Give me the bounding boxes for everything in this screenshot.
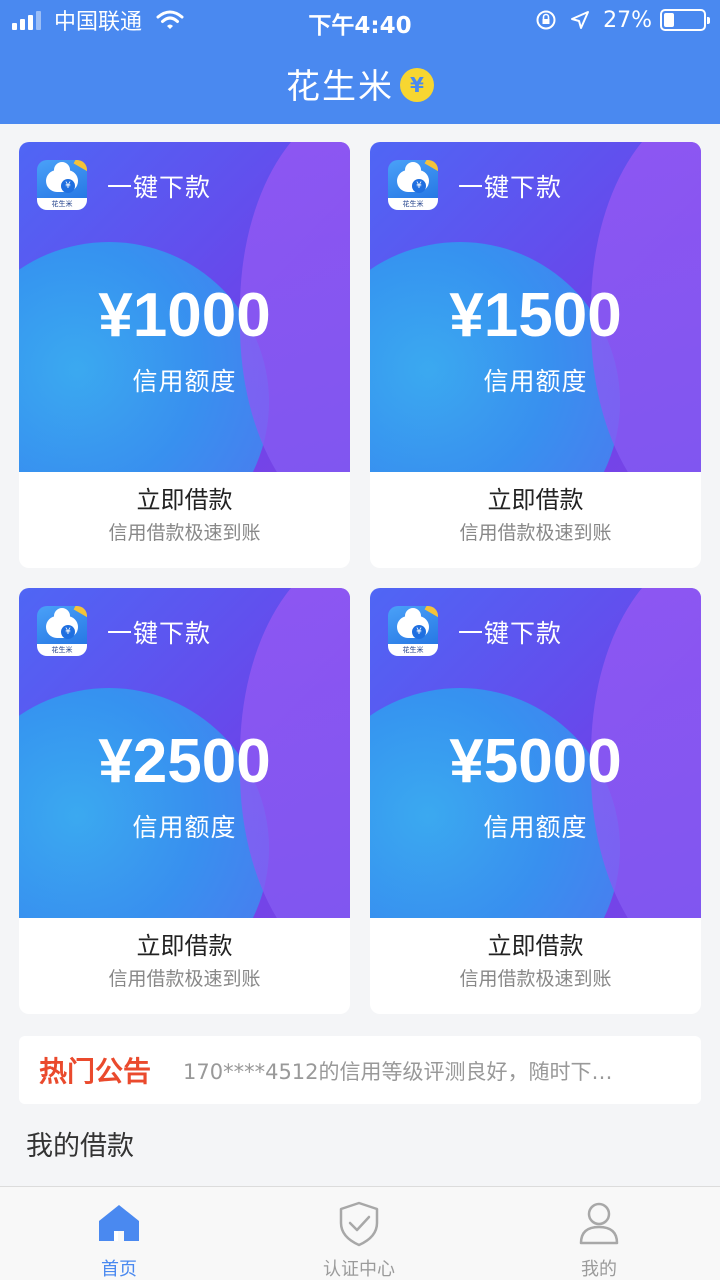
bottom-tab-bar: 首页 认证中心 我的 [0, 1186, 720, 1280]
card-tag: 一键下款 [458, 619, 563, 648]
announcement-title: 热门公告 [39, 1055, 152, 1088]
card-tag: 一键下款 [458, 173, 563, 202]
battery-icon [660, 9, 710, 31]
wifi-icon [156, 10, 184, 29]
borrow-now-button[interactable]: 立即借款 [19, 926, 350, 961]
credit-amount: ¥1000 [98, 281, 271, 350]
credit-amount-label: 信用额度 [483, 367, 588, 396]
card-banner: ¥ 花生米 一键下款 ¥1500 信用额度 [370, 142, 701, 472]
credit-amount-label: 信用额度 [483, 813, 588, 842]
card-subtitle: 信用借款极速到账 [108, 968, 261, 990]
app-logo-icon: ¥ 花生米 [37, 160, 87, 210]
page-title: 花生米 [286, 66, 394, 107]
home-icon [99, 1205, 139, 1241]
credit-amount-label: 信用额度 [132, 813, 237, 842]
borrow-now-button[interactable]: 立即借款 [370, 926, 701, 961]
announcement-text: 170****4512的信用等级评测良好，随时下… [183, 1060, 613, 1084]
rotation-lock-icon [536, 10, 556, 30]
card-banner: ¥ 花生米 一键下款 ¥5000 信用额度 [370, 588, 701, 918]
app-logo-icon: ¥ 花生米 [388, 606, 438, 656]
card-banner: ¥ 花生米 一键下款 ¥2500 信用额度 [19, 588, 350, 918]
battery-percent: 27% [603, 7, 652, 33]
tab-label: 我的 [581, 1259, 617, 1280]
top-header: 中国联通 下午4:40 27% 花生米 ¥ [0, 0, 720, 124]
app-logo-icon: ¥ 花生米 [37, 606, 87, 656]
loan-card[interactable]: ¥ 花生米 一键下款 ¥1500 信用额度 立即借款 信用借款极速到账 [370, 142, 701, 568]
shield-check-icon [339, 1201, 379, 1247]
credit-amount: ¥1500 [449, 281, 622, 350]
my-loans-heading: 我的借款 [26, 1131, 134, 1162]
credit-amount: ¥2500 [98, 727, 271, 796]
borrow-now-button[interactable]: 立即借款 [19, 480, 350, 515]
location-arrow-icon [571, 11, 590, 29]
title-bar: 花生米 ¥ [0, 58, 720, 108]
yen-coin-icon: ¥ [400, 68, 434, 102]
card-banner: ¥ 花生米 一键下款 ¥1000 信用额度 [19, 142, 350, 472]
loan-card[interactable]: ¥ 花生米 一键下款 ¥2500 信用额度 立即借款 信用借款极速到账 [19, 588, 350, 1014]
tab-home[interactable]: 首页 [39, 1187, 199, 1280]
tab-label: 首页 [101, 1259, 137, 1280]
loan-card[interactable]: ¥ 花生米 一键下款 ¥1000 信用额度 立即借款 信用借款极速到账 [19, 142, 350, 568]
announcement-bar[interactable]: 热门公告 170****4512的信用等级评测良好，随时下… [19, 1036, 701, 1104]
signal-icon [12, 10, 44, 30]
app-logo-icon: ¥ 花生米 [388, 160, 438, 210]
card-subtitle: 信用借款极速到账 [459, 968, 612, 990]
user-icon [579, 1202, 619, 1245]
status-bar: 中国联通 下午4:40 27% [0, 0, 720, 40]
borrow-now-button[interactable]: 立即借款 [370, 480, 701, 515]
card-tag: 一键下款 [107, 173, 212, 202]
card-subtitle: 信用借款极速到账 [108, 522, 261, 544]
card-tag: 一键下款 [107, 619, 212, 648]
credit-amount: ¥5000 [449, 727, 622, 796]
loan-card[interactable]: ¥ 花生米 一键下款 ¥5000 信用额度 立即借款 信用借款极速到账 [370, 588, 701, 1014]
card-subtitle: 信用借款极速到账 [459, 522, 612, 544]
tab-label: 认证中心 [323, 1259, 395, 1280]
carrier-name: 中国联通 [54, 10, 143, 35]
credit-amount-label: 信用额度 [132, 367, 237, 396]
tab-certification-center[interactable]: 认证中心 [279, 1187, 439, 1280]
tab-mine[interactable]: 我的 [519, 1187, 679, 1280]
